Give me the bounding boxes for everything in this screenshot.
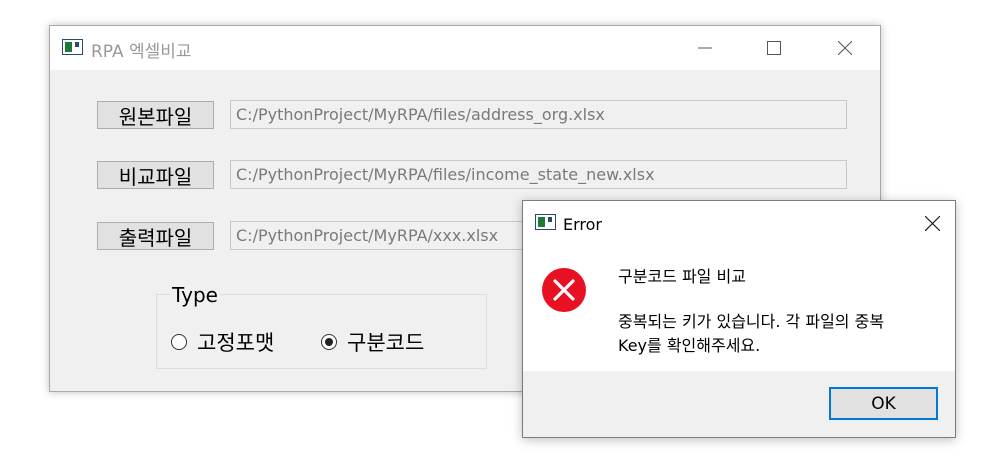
error-icon [542,268,586,312]
close-button[interactable] [822,26,868,70]
original-file-button[interactable]: 원본파일 [97,101,214,129]
title-bar: RPA 엑셀비교 [50,26,880,70]
error-dialog: Error 구분코드 파일 비교 중복되는 키가 있습니다. 각 파일의 중복 … [522,200,956,438]
radio-delimiter-code-label: 구분코드 [347,331,425,355]
minimize-icon [698,47,712,49]
close-icon [838,41,852,55]
original-file-path[interactable]: C:/PythonProject/MyRPA/files/address_org… [230,100,847,129]
app-icon [62,39,83,55]
radio-circle-icon[interactable] [171,334,187,350]
maximize-icon [767,41,781,55]
compare-file-button[interactable]: 비교파일 [97,161,214,189]
dialog-heading: 구분코드 파일 비교 [618,267,746,286]
radio-fixed-format[interactable]: 고정포맷 [171,327,274,357]
output-file-button[interactable]: 출력파일 [97,222,214,250]
app-icon [535,214,556,230]
dialog-close-button[interactable] [909,201,955,245]
radio-delimiter-code[interactable]: 구분코드 [321,327,424,357]
close-icon [924,215,940,231]
ok-button[interactable]: OK [829,387,938,420]
window-title: RPA 엑셀비교 [91,42,192,62]
radio-selected-icon[interactable] [321,334,337,350]
type-group-label: Type [170,283,220,307]
dialog-message-line2: Key를 확인해주세요. [618,336,761,355]
dialog-title: Error [563,215,602,234]
compare-file-path[interactable]: C:/PythonProject/MyRPA/files/income_stat… [230,160,847,189]
minimize-button[interactable] [682,26,728,70]
radio-fixed-format-label: 고정포맷 [197,331,275,355]
maximize-button[interactable] [751,26,797,70]
dialog-message-line1: 중복되는 키가 있습니다. 각 파일의 중복 [618,312,885,331]
